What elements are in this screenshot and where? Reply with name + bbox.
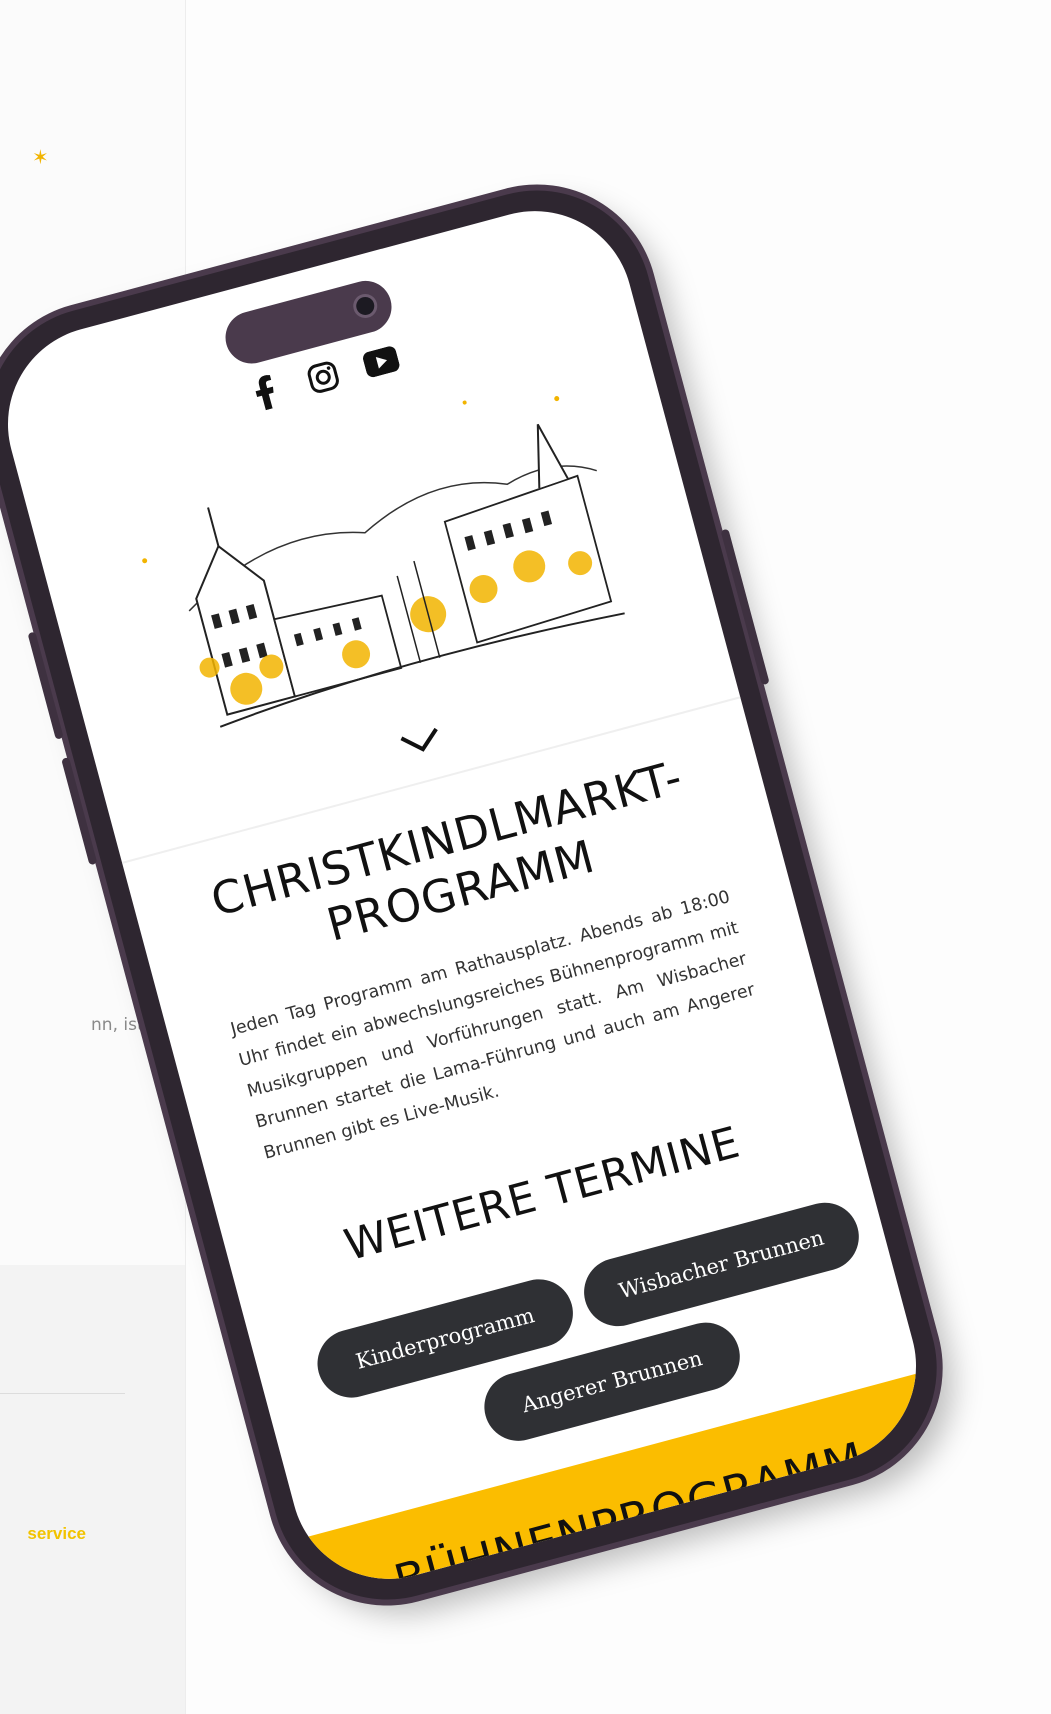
footer-link[interactable]: service <box>0 1524 86 1544</box>
background-footer <box>0 1265 185 1714</box>
instagram-icon[interactable] <box>302 356 344 398</box>
wisbacher-brunnen-button[interactable]: Wisbacher Brunnen <box>576 1195 867 1334</box>
facebook-icon[interactable] <box>244 372 286 414</box>
youtube-icon[interactable] <box>360 341 402 383</box>
chevron-down-icon[interactable] <box>395 720 445 760</box>
star-icon: ✶ <box>32 147 49 169</box>
divider <box>0 1393 125 1394</box>
camera-icon <box>350 291 380 321</box>
